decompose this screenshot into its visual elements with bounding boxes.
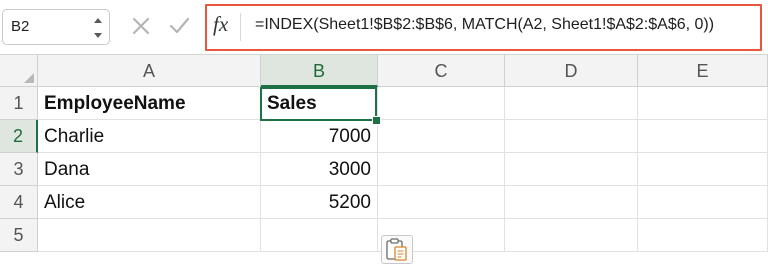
cell-a1[interactable]: EmployeeName — [38, 87, 261, 120]
cell-c1[interactable] — [378, 87, 505, 120]
cell-d5[interactable] — [505, 219, 638, 252]
stepper-down-icon[interactable] — [93, 30, 103, 40]
column-header-d[interactable]: D — [505, 55, 638, 87]
cancel-x-icon[interactable] — [128, 13, 154, 39]
cell-c3[interactable] — [378, 153, 505, 186]
column-header-c[interactable]: C — [378, 55, 505, 87]
row-header-3[interactable]: 3 — [0, 153, 38, 186]
cell-a4[interactable]: Alice — [38, 186, 261, 219]
row-header-5[interactable]: 5 — [0, 219, 38, 252]
formula-bar: B2 fx =INDEX(Sheet1!$B$2:$B$6, MATCH(A2,… — [0, 0, 768, 54]
row-header-2[interactable]: 2 — [0, 120, 38, 153]
row-header-4[interactable]: 4 — [0, 186, 38, 219]
cell-e5[interactable] — [638, 219, 768, 252]
cell-e1[interactable] — [638, 87, 768, 120]
column-header-b[interactable]: B — [261, 55, 378, 87]
fx-icon[interactable]: fx — [213, 12, 228, 37]
cell-a5[interactable] — [38, 219, 261, 252]
cell-e4[interactable] — [638, 186, 768, 219]
cell-b3[interactable]: 3000 — [261, 153, 378, 186]
cell-d4[interactable] — [505, 186, 638, 219]
cell-c4[interactable] — [378, 186, 505, 219]
cell-e3[interactable] — [638, 153, 768, 186]
name-box[interactable]: B2 — [2, 9, 110, 45]
name-box-stepper[interactable] — [93, 14, 103, 40]
cell-a3[interactable]: Dana — [38, 153, 261, 186]
cell-b2[interactable]: 7000 — [261, 120, 378, 153]
select-all-icon — [24, 73, 34, 83]
cell-d1[interactable] — [505, 87, 638, 120]
cell-d2[interactable] — [505, 120, 638, 153]
cell-b4[interactable]: 5200 — [261, 186, 378, 219]
column-header-e[interactable]: E — [638, 55, 768, 87]
formula-separator — [240, 13, 241, 41]
spreadsheet-grid: A B C D E 1 2 3 4 5 EmployeeName Sales C… — [0, 55, 768, 264]
stepper-up-icon[interactable] — [93, 16, 103, 26]
fill-handle[interactable] — [372, 116, 381, 125]
name-box-value: B2 — [11, 18, 30, 35]
cell-c2[interactable] — [378, 120, 505, 153]
column-header-a[interactable]: A — [38, 55, 261, 87]
cell-b1[interactable]: Sales — [261, 87, 378, 120]
paste-options-button[interactable] — [381, 235, 413, 264]
cell-e2[interactable] — [638, 120, 768, 153]
cell-a2[interactable]: Charlie — [38, 120, 261, 153]
select-all-corner[interactable] — [0, 55, 38, 87]
cell-d3[interactable] — [505, 153, 638, 186]
cell-b5[interactable] — [261, 219, 378, 252]
row-header-1[interactable]: 1 — [0, 87, 38, 120]
formula-input[interactable]: =INDEX(Sheet1!$B$2:$B$6, MATCH(A2, Sheet… — [255, 16, 714, 34]
confirm-check-icon[interactable] — [166, 13, 192, 39]
paste-options-icon — [386, 238, 407, 261]
